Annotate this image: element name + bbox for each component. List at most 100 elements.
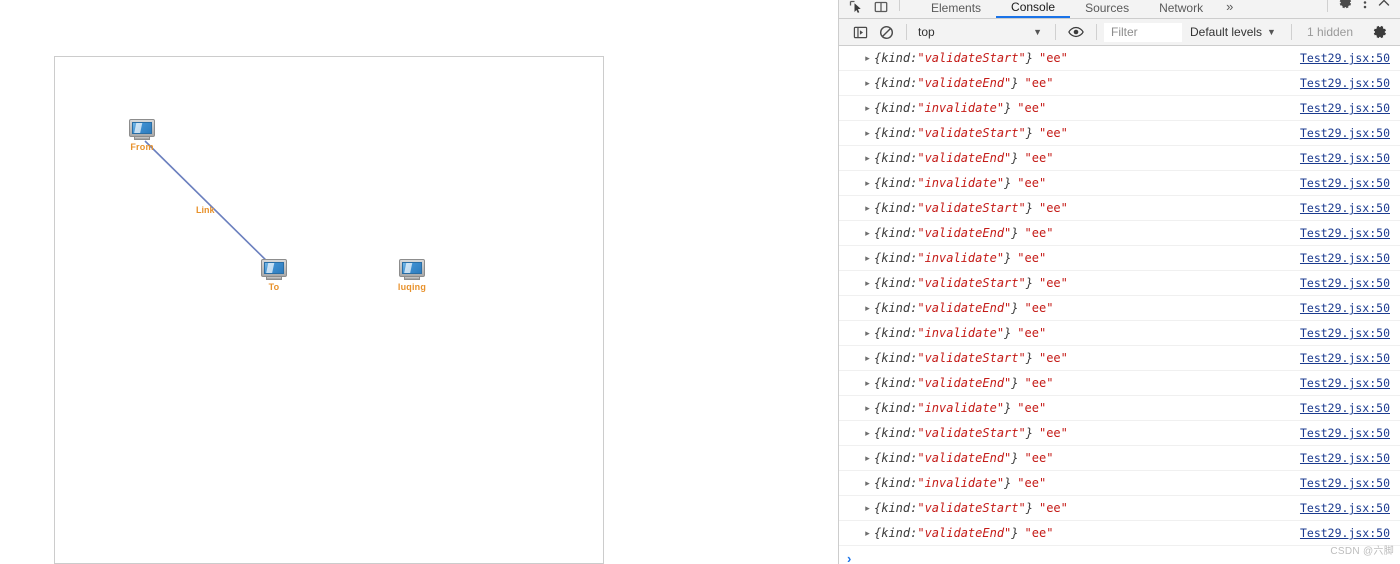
console-sidebar-toggle-icon[interactable] — [847, 21, 873, 43]
log-second-argument: "ee" — [1024, 76, 1054, 90]
expand-triangle-icon[interactable]: ▸ — [861, 153, 874, 163]
console-settings-gear-icon[interactable] — [1368, 21, 1392, 43]
expand-triangle-icon[interactable]: ▸ — [861, 478, 874, 488]
console-source-link[interactable]: Test29.jsx:50 — [1300, 326, 1390, 340]
console-log-row[interactable]: ▸ {kind: "validateEnd"} "ee" Test29.jsx:50 — [839, 371, 1400, 396]
close-devtools-icon[interactable] — [1377, 0, 1391, 15]
hidden-messages-count[interactable]: 1 hidden — [1299, 25, 1361, 39]
console-source-link[interactable]: Test29.jsx:50 — [1300, 276, 1390, 290]
console-log-row[interactable]: ▸ {kind: "validateStart"} "ee" Test29.jsx:5… — [839, 496, 1400, 521]
log-object-key: {kind: — [874, 276, 918, 290]
console-source-link[interactable]: Test29.jsx:50 — [1300, 176, 1390, 190]
console-source-link[interactable]: Test29.jsx:50 — [1300, 76, 1390, 90]
tab-elements[interactable]: Elements — [916, 0, 996, 18]
log-object-close: } — [1004, 401, 1012, 415]
console-source-link[interactable]: Test29.jsx:50 — [1300, 251, 1390, 265]
settings-gear-icon[interactable] — [1338, 0, 1353, 15]
console-log-row[interactable]: ▸ {kind: "validateStart"} "ee" Test29.jsx:5… — [839, 346, 1400, 371]
log-object-close: } — [1011, 301, 1019, 315]
diagram-node-from[interactable]: From — [125, 119, 159, 159]
monitor-screen — [264, 262, 284, 274]
console-log-row[interactable]: ▸ {kind: "invalidate"} "ee" Test29.jsx:50 — [839, 321, 1400, 346]
log-object-value: "validateStart" — [917, 276, 1026, 290]
tab-network[interactable]: Network — [1144, 0, 1218, 18]
console-source-link[interactable]: Test29.jsx:50 — [1300, 501, 1390, 515]
console-source-link[interactable]: Test29.jsx:50 — [1300, 151, 1390, 165]
eye-icon[interactable] — [1063, 21, 1089, 43]
expand-triangle-icon[interactable]: ▸ — [861, 378, 874, 388]
console-source-link[interactable]: Test29.jsx:50 — [1300, 401, 1390, 415]
tab-console[interactable]: Console — [996, 0, 1071, 18]
expand-triangle-icon[interactable]: ▸ — [861, 328, 874, 338]
console-source-link[interactable]: Test29.jsx:50 — [1300, 126, 1390, 140]
expand-triangle-icon[interactable]: ▸ — [861, 228, 874, 238]
expand-triangle-icon[interactable]: ▸ — [861, 78, 874, 88]
filter-input[interactable]: Filter — [1104, 22, 1182, 42]
console-source-link[interactable]: Test29.jsx:50 — [1300, 301, 1390, 315]
console-log-row[interactable]: ▸ {kind: "validateEnd"} "ee" Test29.jsx:50 — [839, 221, 1400, 246]
diagram-canvas[interactable]: Link From To luqing — [54, 56, 604, 564]
expand-triangle-icon[interactable]: ▸ — [861, 453, 874, 463]
expand-triangle-icon[interactable]: ▸ — [861, 403, 874, 413]
expand-triangle-icon[interactable]: ▸ — [861, 528, 874, 538]
device-toolbar-icon[interactable] — [874, 0, 888, 14]
console-log-row[interactable]: ▸ {kind: "validateStart"} "ee" Test29.jsx:5… — [839, 196, 1400, 221]
expand-triangle-icon[interactable]: ▸ — [861, 178, 874, 188]
console-log-row[interactable]: ▸ {kind: "validateEnd"} "ee" Test29.jsx:50 — [839, 146, 1400, 171]
console-log-row[interactable]: ▸ {kind: "invalidate"} "ee" Test29.jsx:50 — [839, 96, 1400, 121]
tab-sources[interactable]: Sources — [1070, 0, 1144, 18]
console-log-row[interactable]: ▸ {kind: "validateStart"} "ee" Test29.jsx:5… — [839, 421, 1400, 446]
clear-console-icon[interactable] — [873, 21, 899, 43]
monitor-icon — [399, 259, 425, 280]
expand-triangle-icon[interactable]: ▸ — [861, 128, 874, 138]
console-prompt[interactable]: › — [839, 546, 1400, 564]
more-tabs-button[interactable]: » — [1218, 0, 1241, 18]
expand-triangle-icon[interactable]: ▸ — [861, 303, 874, 313]
diagram-link-label[interactable]: Link — [196, 205, 215, 215]
console-context-selector[interactable]: top ▼ — [914, 22, 1048, 42]
expand-triangle-icon[interactable]: ▸ — [861, 203, 874, 213]
screenshot-root: Link From To luqing Elements Console Sou… — [0, 0, 1400, 564]
expand-triangle-icon[interactable]: ▸ — [861, 253, 874, 263]
expand-triangle-icon[interactable]: ▸ — [861, 503, 874, 513]
console-source-link[interactable]: Test29.jsx:50 — [1300, 451, 1390, 465]
console-log-row[interactable]: ▸ {kind: "validateEnd"} "ee" Test29.jsx:50 — [839, 446, 1400, 471]
console-source-link[interactable]: Test29.jsx:50 — [1300, 201, 1390, 215]
expand-triangle-icon[interactable]: ▸ — [861, 428, 874, 438]
console-log-row[interactable]: ▸ {kind: "validateEnd"} "ee" Test29.jsx:50 — [839, 296, 1400, 321]
console-log-message: {kind: "validateEnd"} "ee" — [874, 301, 1053, 315]
console-source-link[interactable]: Test29.jsx:50 — [1300, 351, 1390, 365]
console-source-link[interactable]: Test29.jsx:50 — [1300, 526, 1390, 540]
log-object-close: } — [1004, 326, 1012, 340]
console-log-row[interactable]: ▸ {kind: "invalidate"} "ee" Test29.jsx:50 — [839, 471, 1400, 496]
console-source-link[interactable]: Test29.jsx:50 — [1300, 226, 1390, 240]
console-log-message: {kind: "invalidate"} "ee" — [874, 176, 1046, 190]
console-log-list[interactable]: ▸ {kind: "validateStart"} "ee" Test29.jsx:5… — [839, 46, 1400, 564]
monitor-icon — [261, 259, 287, 280]
expand-triangle-icon[interactable]: ▸ — [861, 353, 874, 363]
console-source-link[interactable]: Test29.jsx:50 — [1300, 376, 1390, 390]
log-levels-dropdown[interactable]: Default levels ▼ — [1182, 25, 1284, 39]
console-log-row[interactable]: ▸ {kind: "validateStart"} "ee" Test29.jsx:5… — [839, 271, 1400, 296]
console-log-row[interactable]: ▸ {kind: "validateStart"} "ee" Test29.jsx:5… — [839, 46, 1400, 71]
inspect-element-icon[interactable] — [849, 0, 863, 14]
diagram-node-luqing[interactable]: luqing — [395, 259, 429, 299]
log-second-argument: "ee" — [1017, 176, 1047, 190]
console-log-row[interactable]: ▸ {kind: "invalidate"} "ee" Test29.jsx:50 — [839, 246, 1400, 271]
console-log-row[interactable]: ▸ {kind: "invalidate"} "ee" Test29.jsx:50 — [839, 171, 1400, 196]
log-object-key: {kind: — [874, 476, 918, 490]
expand-triangle-icon[interactable]: ▸ — [861, 53, 874, 63]
console-source-link[interactable]: Test29.jsx:50 — [1300, 101, 1390, 115]
more-options-kebab-icon[interactable] — [1363, 0, 1367, 15]
console-log-row[interactable]: ▸ {kind: "invalidate"} "ee" Test29.jsx:50 — [839, 396, 1400, 421]
console-source-link[interactable]: Test29.jsx:50 — [1300, 51, 1390, 65]
console-log-row[interactable]: ▸ {kind: "validateStart"} "ee" Test29.jsx:5… — [839, 121, 1400, 146]
expand-triangle-icon[interactable]: ▸ — [861, 278, 874, 288]
console-log-row[interactable]: ▸ {kind: "validateEnd"} "ee" Test29.jsx:50 — [839, 521, 1400, 546]
console-source-link[interactable]: Test29.jsx:50 — [1300, 426, 1390, 440]
expand-triangle-icon[interactable]: ▸ — [861, 103, 874, 113]
console-log-message: {kind: "invalidate"} "ee" — [874, 251, 1046, 265]
console-source-link[interactable]: Test29.jsx:50 — [1300, 476, 1390, 490]
diagram-node-to[interactable]: To — [257, 259, 291, 299]
console-log-row[interactable]: ▸ {kind: "validateEnd"} "ee" Test29.jsx:50 — [839, 71, 1400, 96]
